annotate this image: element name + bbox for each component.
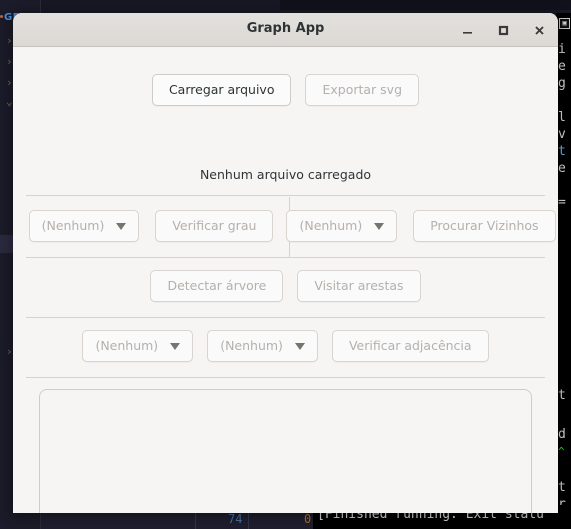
tree-section: Detectar árvore Visitar arestas	[13, 270, 558, 303]
degree-section: (Nenhum) Verificar grau	[26, 210, 276, 243]
code-line: d	[558, 427, 566, 442]
window-controls	[456, 13, 550, 47]
code-line: t	[558, 480, 566, 495]
maximize-icon[interactable]	[492, 19, 514, 41]
modified-dot-icon	[0, 15, 3, 18]
editor-top-strip	[280, 0, 571, 10]
separator	[26, 377, 545, 378]
chevron-right-icon[interactable]: ›	[6, 55, 13, 68]
code-line: =	[558, 195, 566, 210]
separator	[26, 195, 545, 196]
line-number: 0	[304, 512, 312, 526]
chevron-right-icon[interactable]: ›	[6, 345, 13, 358]
neighbors-vertex-select-value: (Nenhum)	[299, 218, 363, 233]
code-line: ^	[558, 445, 565, 458]
chevron-down-icon	[116, 222, 127, 230]
degree-vertex-select-value: (Nenhum)	[41, 218, 105, 233]
code-line: g	[558, 76, 566, 91]
adjacency-vertex-a-select[interactable]: (Nenhum)	[82, 330, 194, 363]
code-line: i	[558, 42, 566, 57]
output-text-area[interactable]	[39, 389, 532, 513]
window-titlebar[interactable]: Graph App	[13, 13, 558, 47]
code-line: l	[558, 110, 566, 125]
code-line: t	[558, 388, 566, 403]
neighbors-vertex-select[interactable]: (Nenhum)	[286, 210, 398, 243]
code-line: t	[558, 144, 566, 159]
line-number: 74	[228, 512, 243, 526]
export-svg-button: Exportar svg	[305, 74, 420, 107]
adjacency-vertex-b-value: (Nenhum)	[220, 338, 283, 353]
find-neighbors-button: Procurar Vizinhos	[413, 210, 556, 243]
separator	[26, 257, 545, 258]
neighbors-section: (Nenhum) Procurar Vizinhos	[286, 210, 556, 243]
extension-chip-icon: ▣	[559, 18, 570, 29]
code-line: v	[558, 127, 566, 142]
check-adjacency-button: Verificar adjacência	[331, 330, 489, 363]
chevron-down-icon	[170, 342, 181, 350]
minimize-icon[interactable]	[456, 19, 478, 41]
chevron-right-icon[interactable]: ›	[6, 76, 13, 89]
separator	[26, 317, 545, 318]
code-editor-pane[interactable]: i e g l v t e = t d ^ t r	[556, 13, 571, 529]
code-line: e	[558, 59, 566, 74]
visit-edges-button: Visitar arestas	[297, 270, 421, 303]
degree-vertex-select[interactable]: (Nenhum)	[28, 210, 140, 243]
graph-app-window: Graph App Carregar arquivo Exportar svg …	[13, 13, 558, 513]
chevron-down-icon	[294, 342, 305, 350]
file-actions-row: Carregar arquivo Exportar svg	[13, 74, 558, 107]
adjacency-section: (Nenhum) (Nenhum) Verificar adjacência	[13, 330, 558, 363]
chevron-down-icon[interactable]: ⌄	[6, 95, 13, 108]
loaded-file-status: Nenhum arquivo carregado	[199, 167, 372, 182]
adjacency-vertex-b-select[interactable]: (Nenhum)	[207, 330, 318, 363]
code-line: e	[558, 161, 566, 176]
close-icon[interactable]	[528, 19, 550, 41]
load-file-button[interactable]: Carregar arquivo	[151, 74, 292, 107]
detect-tree-button: Detectar árvore	[150, 270, 284, 303]
check-degree-button: Verificar grau	[155, 210, 274, 243]
window-content: Carregar arquivo Exportar svg Nenhum arq…	[13, 47, 558, 513]
chevron-down-icon	[374, 222, 385, 230]
adjacency-vertex-a-value: (Nenhum)	[95, 338, 159, 353]
chevron-right-icon[interactable]: ›	[6, 34, 13, 47]
